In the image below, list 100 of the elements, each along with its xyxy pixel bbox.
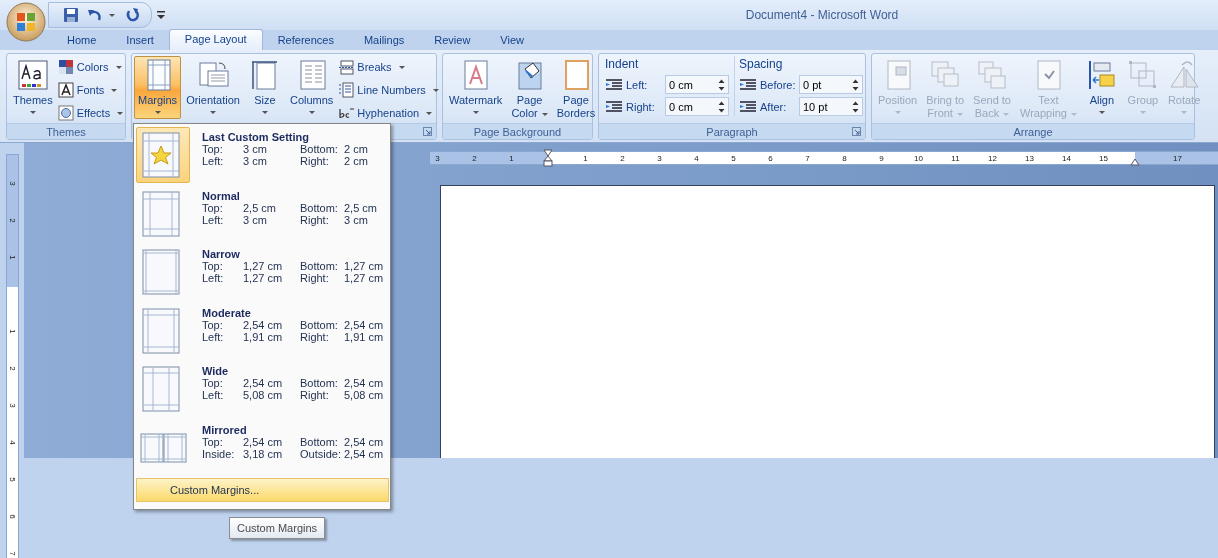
ruler-number: 7 (7, 551, 17, 556)
indent-marker-icon[interactable] (1130, 158, 1140, 166)
spin-arrows-icon[interactable] (852, 99, 859, 114)
menu-item-detail: Top: (202, 143, 224, 155)
spinner-field[interactable]: 0 cm (665, 75, 729, 94)
menu-item-detail: 2,54 cm (243, 435, 284, 448)
ruler-number: 4 (7, 440, 17, 445)
menu-item-detail: Right: (300, 155, 330, 167)
group-squares-icon (1126, 59, 1159, 91)
menu-item-detail: 2 cm (344, 155, 369, 167)
ribbon-button[interactable]: Breaks (338, 58, 439, 76)
ruler-number: 1 (509, 153, 514, 163)
menu-item-title: Narrow (202, 248, 241, 260)
caret-icon (1181, 110, 1188, 114)
spinner-field[interactable]: 0 pt (799, 75, 863, 94)
ruler-number: 4 (694, 153, 699, 163)
ruler-number: 2 (7, 366, 17, 371)
ribbon-button[interactable]: Colors (57, 58, 124, 76)
ruler-number: 3 (435, 153, 440, 163)
window-title: Document4 - Microsoft Word (744, 8, 900, 22)
menu-item[interactable]: Narrow Top: 1,27 cm Bottom: 1,27 cm Left: 1,27 cm Right: 1,27 cm (136, 244, 390, 303)
ribbon-button[interactable]: Columns (285, 56, 338, 119)
ruler-number: 3 (7, 181, 17, 186)
menu-item[interactable]: Normal Top: 2,5 cm Bottom: 2,5 cm Left: 3 cm Right: 3 cm (136, 185, 390, 244)
caret-icon (426, 111, 433, 115)
spin-arrows-icon[interactable] (852, 77, 859, 92)
ribbon-button[interactable]: Effects (57, 104, 124, 122)
ruler-number: 2 (472, 153, 477, 163)
ribbon-button[interactable]: Page Borders (552, 56, 600, 122)
hyphen-icon (338, 105, 355, 121)
menu-item-detail: 3,18 cm (243, 447, 284, 460)
ribbon-tab[interactable]: Insert (111, 31, 169, 50)
tooltip: Custom Margins (229, 517, 326, 539)
field-label: Right: (626, 100, 656, 113)
ribbon-tab[interactable]: Mailings (348, 31, 420, 50)
ruler-number: 15 (1099, 153, 1108, 163)
ribbon-button[interactable]: Size (244, 56, 285, 119)
undo-icon[interactable] (87, 7, 103, 23)
section-heading: Spacing (739, 56, 784, 72)
spin-arrows-icon[interactable] (718, 99, 725, 114)
menu-item[interactable]: Moderate Top: 2,54 cm Bottom: 2,54 cm Left: 1,91 cm Right: 1,91 cm (136, 302, 390, 361)
ribbon-button[interactable]: Fonts (57, 81, 124, 99)
ruler-number: 6 (768, 153, 773, 163)
caret-icon (398, 65, 405, 69)
menu-item-detail: 3 cm (243, 213, 268, 226)
indent-icon (739, 77, 757, 92)
menu-item[interactable]: Mirrored Top: 2,54 cm Bottom: 2,54 cm Inside: 3,18 cm Outside: 2,54 cm (136, 419, 390, 478)
ruler-number: 1 (583, 153, 588, 163)
redo-icon[interactable] (125, 7, 141, 23)
menu-item-detail: 2,5 cm (344, 201, 378, 214)
customize-toolbar-icon[interactable] (156, 9, 166, 21)
page-break-icon (338, 59, 355, 75)
menu-item-detail: 3 cm (243, 143, 268, 155)
ribbon-tab[interactable]: Page Layout (168, 29, 263, 50)
ruler-number: 13 (1025, 153, 1034, 163)
caret-icon (472, 110, 479, 114)
spin-arrows-icon[interactable] (718, 77, 725, 92)
section-heading: Indent (605, 56, 640, 72)
menu-item-title: Mirrored (202, 423, 248, 436)
ribbon-tab[interactable]: View (485, 31, 539, 50)
ribbon-button[interactable]: Themes (9, 56, 57, 119)
menu-item[interactable]: Custom Margins... (136, 478, 389, 502)
ribbon-tab[interactable]: Home (52, 31, 112, 50)
menu-item[interactable]: Last Custom Setting Top: 3 cm Bottom: 2 cm Left: 3 cm Right: 2 cm (136, 127, 390, 186)
field-label: Left: (626, 78, 649, 91)
menu-item-title: Normal (202, 189, 241, 202)
menu-item-detail: 5,08 cm (243, 389, 284, 401)
caret-icon (115, 65, 122, 69)
caret-icon (109, 13, 115, 17)
menu-item-detail: 2 cm (344, 143, 369, 155)
save-icon[interactable] (63, 7, 79, 23)
indent-icon (605, 99, 623, 114)
group-label: Page Background (473, 125, 562, 138)
ruler-number: 7 (805, 153, 810, 163)
menu-item-detail: 2,54 cm (344, 377, 385, 389)
menu-item-detail: Right: (300, 272, 330, 284)
menu-item-detail: Left: (202, 330, 225, 343)
menu-item-detail: 1,91 cm (243, 330, 284, 343)
dialog-launcher-icon[interactable] (852, 127, 861, 136)
ribbon-tab[interactable]: Review (419, 31, 486, 50)
ribbon-button[interactable]: Line Numbers (338, 81, 439, 99)
ribbon-button[interactable]: Page Color (507, 56, 552, 122)
ribbon-button[interactable]: Hyphenation (338, 104, 439, 122)
menu-item-detail: Right: (300, 330, 330, 343)
spinner-field[interactable]: 10 pt (799, 97, 863, 116)
stacked-squares-icon (976, 59, 1008, 91)
menu-item[interactable]: Wide Top: 2,54 cm Bottom: 2,54 cm Left: 5,08 cm Right: 5,08 cm (136, 361, 390, 420)
ribbon-tab[interactable]: References (262, 31, 349, 50)
dialog-launcher-icon[interactable] (423, 127, 432, 136)
menu-item-detail: Bottom: (300, 143, 339, 155)
spinner-field[interactable]: 0 cm (665, 97, 729, 116)
group-label: Themes (46, 125, 86, 138)
caret-icon (432, 88, 439, 92)
menu-item-detail: Inside: (202, 447, 236, 460)
ribbon-button[interactable]: Align (1081, 56, 1122, 119)
ribbon-button[interactable]: Watermark (445, 56, 507, 119)
caret-icon (29, 110, 36, 114)
ribbon-button[interactable]: Margins (134, 56, 182, 119)
indent-marker-icon[interactable] (543, 149, 553, 167)
ribbon-button[interactable]: Orientation (182, 56, 244, 119)
